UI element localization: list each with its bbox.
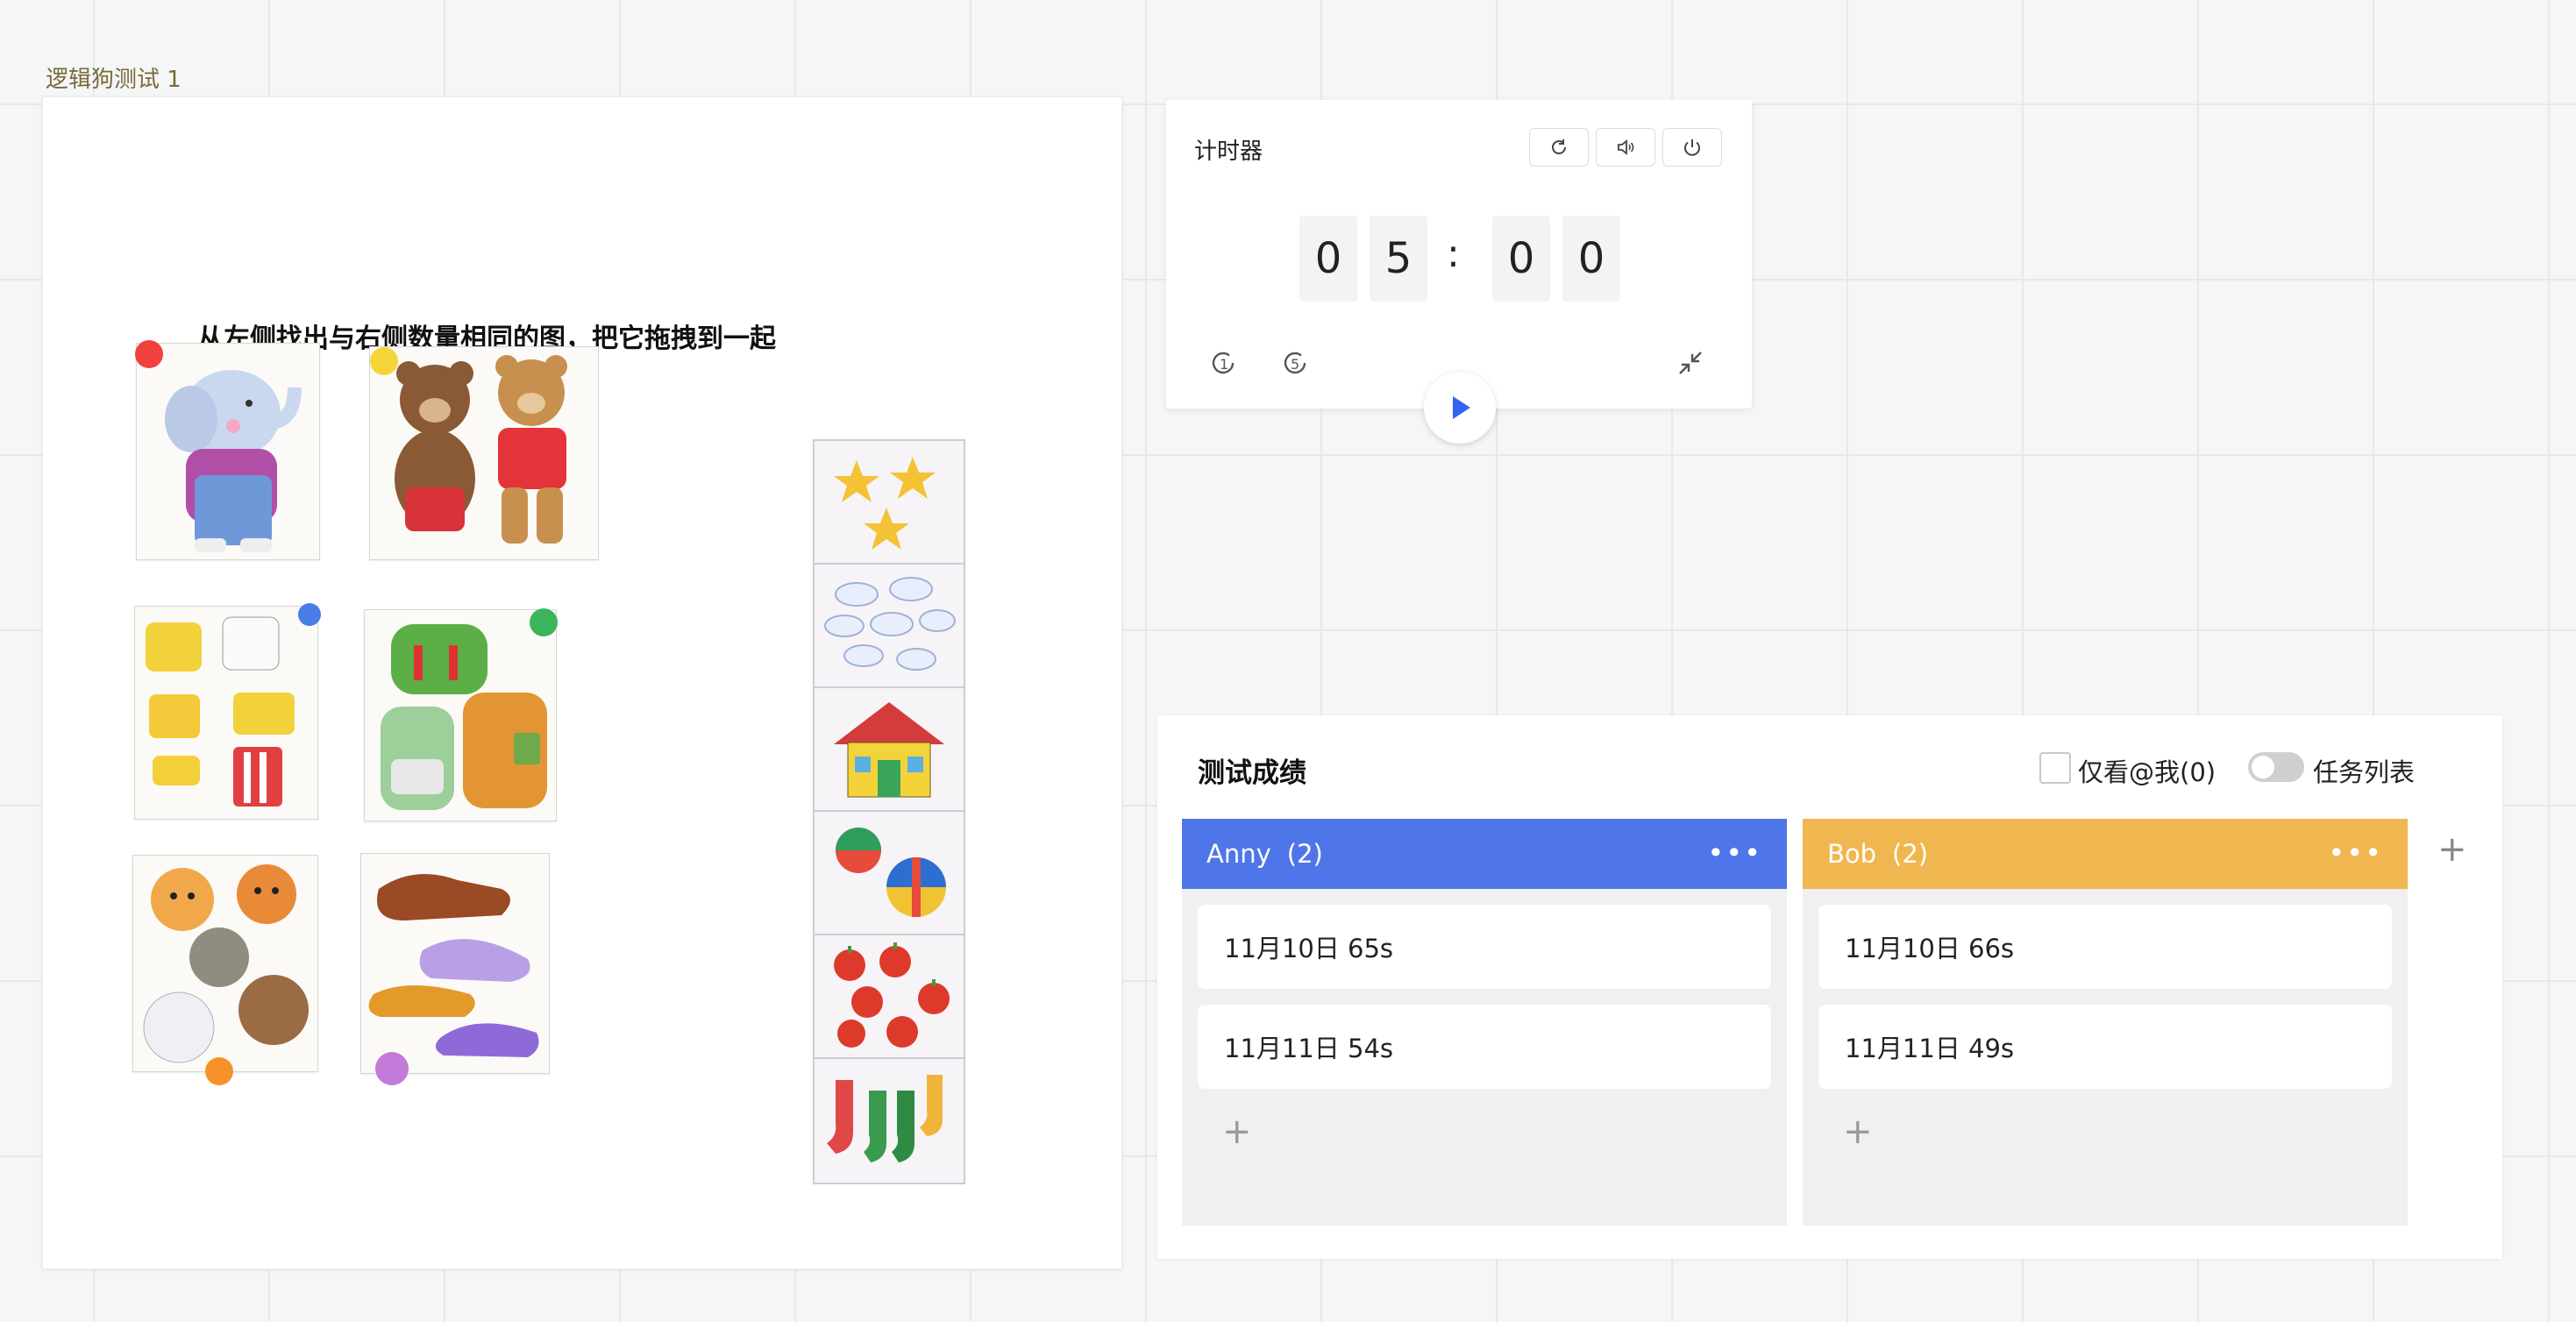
sound-button[interactable]: [1596, 128, 1655, 167]
blue-marker-dot: [298, 603, 321, 626]
column-name: Bob: [1827, 839, 1877, 869]
reference-strip: [813, 439, 965, 1184]
orange-marker-dot: [205, 1057, 233, 1085]
picture-cups[interactable]: [134, 603, 321, 820]
play-icon: [1453, 396, 1470, 419]
frame-title[interactable]: 逻辑狗测试 1: [46, 61, 181, 94]
green-marker-dot: [530, 608, 558, 636]
picture-backpacks[interactable]: [364, 608, 558, 821]
picture-cats[interactable]: [132, 855, 318, 1085]
only-me-label[interactable]: 仅看@我(0): [2078, 752, 2216, 789]
yellow-marker-dot: [370, 347, 398, 375]
collapse-icon[interactable]: [1673, 345, 1708, 380]
add-column-button[interactable]: +: [2437, 829, 2467, 870]
refresh-icon: [1552, 139, 1566, 154]
task-card[interactable]: 11月10日 65s: [1198, 905, 1771, 989]
plus-five-minutes-icon[interactable]: 5: [1278, 345, 1313, 380]
task-card[interactable]: 11月10日 66s: [1818, 905, 2392, 989]
reset-button[interactable]: [1529, 128, 1589, 167]
task-list-toggle[interactable]: [2248, 752, 2304, 782]
seconds-ones-digit[interactable]: 0: [1562, 216, 1620, 302]
add-task-button[interactable]: +: [1843, 1112, 2408, 1152]
column-header-bob[interactable]: Bob (2) •••: [1803, 819, 2408, 889]
picture-shoes[interactable]: [360, 853, 550, 1085]
svg-text:5: 5: [1291, 356, 1299, 373]
seconds-tens-digit[interactable]: 0: [1492, 216, 1550, 302]
only-me-checkbox[interactable]: [2039, 752, 2071, 784]
red-marker-dot: [135, 340, 163, 368]
column-count: (2): [1892, 839, 1929, 869]
exercise-card: 从左侧找出与右侧数量相同的图，把它拖拽到一起: [42, 96, 1122, 1269]
clouds-card[interactable]: [815, 565, 964, 688]
column-bob: Bob (2) ••• 11月10日 66s 11月11日 49s +: [1803, 819, 2408, 1226]
task-card[interactable]: 11月11日 49s: [1818, 1005, 2392, 1089]
task-list-label: 任务列表: [2313, 757, 2416, 787]
minutes-ones-digit[interactable]: 5: [1370, 216, 1427, 302]
picture-bears[interactable]: [369, 346, 599, 560]
add-task-button[interactable]: +: [1222, 1112, 1787, 1152]
plus-one-minute-icon[interactable]: 1: [1206, 345, 1242, 380]
balls-card[interactable]: [815, 812, 964, 935]
minutes-tens-digit[interactable]: 0: [1299, 216, 1357, 302]
picture-elephant[interactable]: [135, 340, 320, 560]
toggle-knob: [2252, 756, 2274, 778]
task-card[interactable]: 11月11日 54s: [1198, 1005, 1771, 1089]
close-timer-button[interactable]: [1662, 128, 1722, 167]
apples-card[interactable]: [815, 935, 964, 1059]
start-timer-button[interactable]: [1424, 372, 1496, 444]
more-icon[interactable]: •••: [2328, 836, 2383, 870]
stars-card[interactable]: [815, 441, 964, 565]
scores-board: 测试成绩 仅看@我(0) 任务列表 Anny (2) ••• 11月10日 65…: [1157, 715, 2502, 1259]
more-icon[interactable]: •••: [1707, 836, 1762, 870]
svg-text:1: 1: [1220, 356, 1228, 373]
timer-widget: 计时器 0 5 : 0 0 1 5: [1166, 100, 1752, 444]
time-separator: :: [1447, 231, 1460, 276]
power-icon: [1684, 139, 1700, 156]
volume-icon: [1618, 139, 1634, 155]
socks-card[interactable]: [815, 1059, 964, 1181]
timer-title: 计时器: [1194, 139, 1263, 165]
column-header-anny[interactable]: Anny (2) •••: [1182, 819, 1787, 889]
scores-title: 测试成绩: [1198, 757, 1306, 789]
column-name: Anny: [1206, 839, 1271, 869]
column-count: (2): [1286, 839, 1323, 869]
purple-marker-dot: [375, 1052, 409, 1085]
house-card[interactable]: [815, 688, 964, 812]
column-anny: Anny (2) ••• 11月10日 65s 11月11日 54s +: [1182, 819, 1787, 1226]
